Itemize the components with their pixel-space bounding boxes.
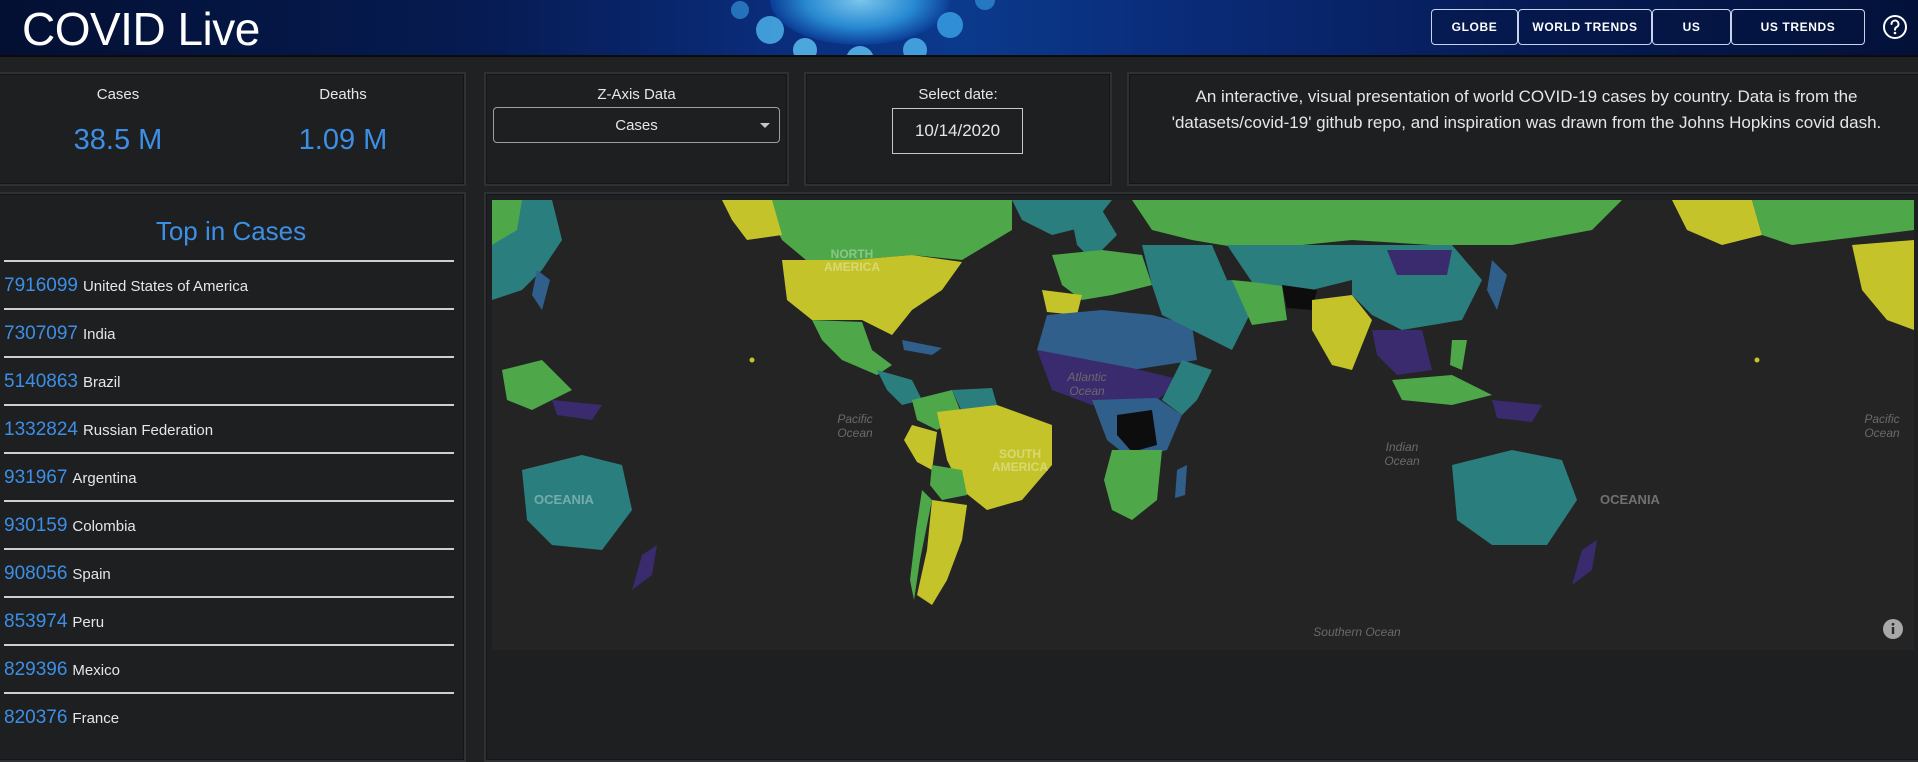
list-item-value: 829396 <box>4 659 68 680</box>
date-panel: Select date: 10/14/2020 <box>804 72 1112 186</box>
cases-value: 38.5 M <box>73 124 163 156</box>
nav-world-trends-button[interactable]: WORLD TRENDS <box>1518 9 1652 45</box>
map-canvas[interactable] <box>492 200 1914 650</box>
map-label-atlantic: Atlantic Ocean <box>1067 370 1107 398</box>
nav-us-button[interactable]: US <box>1652 9 1731 45</box>
deaths-label: Deaths <box>319 86 367 103</box>
list-item-country: Colombia <box>72 517 136 535</box>
app-title: COVID Live <box>22 3 260 55</box>
region-mongolia <box>1387 250 1452 275</box>
map-label-south-america: SOUTH AMERICA <box>992 447 1048 474</box>
date-label: Select date: <box>918 86 998 103</box>
totals-panel: Cases 38.5 M Deaths 1.09 M <box>0 72 466 186</box>
list-item-value: 820376 <box>4 707 68 728</box>
description-panel: An interactive, visual presentation of w… <box>1127 72 1918 186</box>
list-item: 931967 Argentina <box>4 452 454 500</box>
list-item-value: 853974 <box>4 611 68 632</box>
list-item-country: India <box>82 325 116 343</box>
z-axis-selected-value: Cases <box>615 117 658 134</box>
list-item-value: 5140863 <box>4 371 78 392</box>
map-label-southern: Southern Ocean <box>1313 625 1401 639</box>
map-label-pacific: Pacific Ocean <box>837 412 873 440</box>
top-list: 7916099 United States of America 7307097 I… <box>4 260 454 740</box>
list-item: 829396 Mexico <box>4 644 454 692</box>
list-item: 820376 France <box>4 692 454 740</box>
list-item: 908056 Spain <box>4 548 454 596</box>
list-item-country: France <box>72 709 120 727</box>
top-cases-panel: Top in Cases 7916099 United States of Ame… <box>0 192 466 762</box>
list-item: 853974 Peru <box>4 596 454 644</box>
list-item-value: 930159 <box>4 515 68 536</box>
list-item-value: 7916099 <box>4 275 78 296</box>
top-nav: GLOBE WORLD TRENDS US US TRENDS <box>1431 9 1865 45</box>
map-label-indian: Indian Ocean <box>1384 440 1420 468</box>
map-label-north-america: NORTH AMERICA <box>824 247 880 274</box>
list-item-country: Russian Federation <box>82 421 214 439</box>
list-item-country: United States of America <box>82 277 249 295</box>
map-label-oceania-right: OCEANIA <box>1600 492 1660 507</box>
list-item: 1332824 Russian Federation <box>4 404 454 452</box>
list-item-value: 1332824 <box>4 419 78 440</box>
list-item-value: 908056 <box>4 563 68 584</box>
z-axis-panel: Z-Axis Data Cases <box>484 72 789 186</box>
list-item-value: 7307097 <box>4 323 78 344</box>
virus-banner-image <box>731 0 995 55</box>
list-item: 5140863 Brazil <box>4 356 454 404</box>
list-item: 930159 Colombia <box>4 500 454 548</box>
z-axis-select[interactable]: Cases <box>493 107 780 143</box>
map-label-pacific-right: Pacific Ocean <box>1864 412 1900 440</box>
list-item-country: Brazil <box>82 373 121 391</box>
description-text: An interactive, visual presentation of w… <box>1171 87 1882 132</box>
world-choropleth-map[interactable]: NORTH AMERICA SOUTH AMERICA OCEANIA OCEA… <box>492 200 1914 650</box>
list-item-value: 931967 <box>4 467 68 488</box>
nav-us-trends-button[interactable]: US TRENDS <box>1731 9 1865 45</box>
list-item-country: Spain <box>72 565 111 583</box>
cases-label: Cases <box>96 86 140 103</box>
list-item-country: Mexico <box>72 661 120 679</box>
chevron-down-icon <box>760 123 770 128</box>
list-item: 7916099 United States of America <box>4 260 454 308</box>
deaths-value: 1.09 M <box>298 124 388 156</box>
list-item-country: Peru <box>72 613 105 631</box>
top-list-title: Top in Cases <box>155 216 307 246</box>
help-circle-icon[interactable] <box>1882 14 1908 40</box>
info-icon[interactable] <box>1882 618 1904 640</box>
z-axis-label: Z-Axis Data <box>597 86 676 103</box>
map-panel: NORTH AMERICA SOUTH AMERICA OCEANIA OCEA… <box>484 192 1918 762</box>
app-header: COVID Live GLOBE WORLD TRENDS US US TREN… <box>0 0 1918 57</box>
date-input[interactable]: 10/14/2020 <box>892 108 1023 154</box>
list-item-country: Argentina <box>72 469 137 487</box>
list-item: 7307097 India <box>4 308 454 356</box>
map-label-oceania: OCEANIA <box>534 492 594 507</box>
nav-globe-button[interactable]: GLOBE <box>1431 9 1518 45</box>
